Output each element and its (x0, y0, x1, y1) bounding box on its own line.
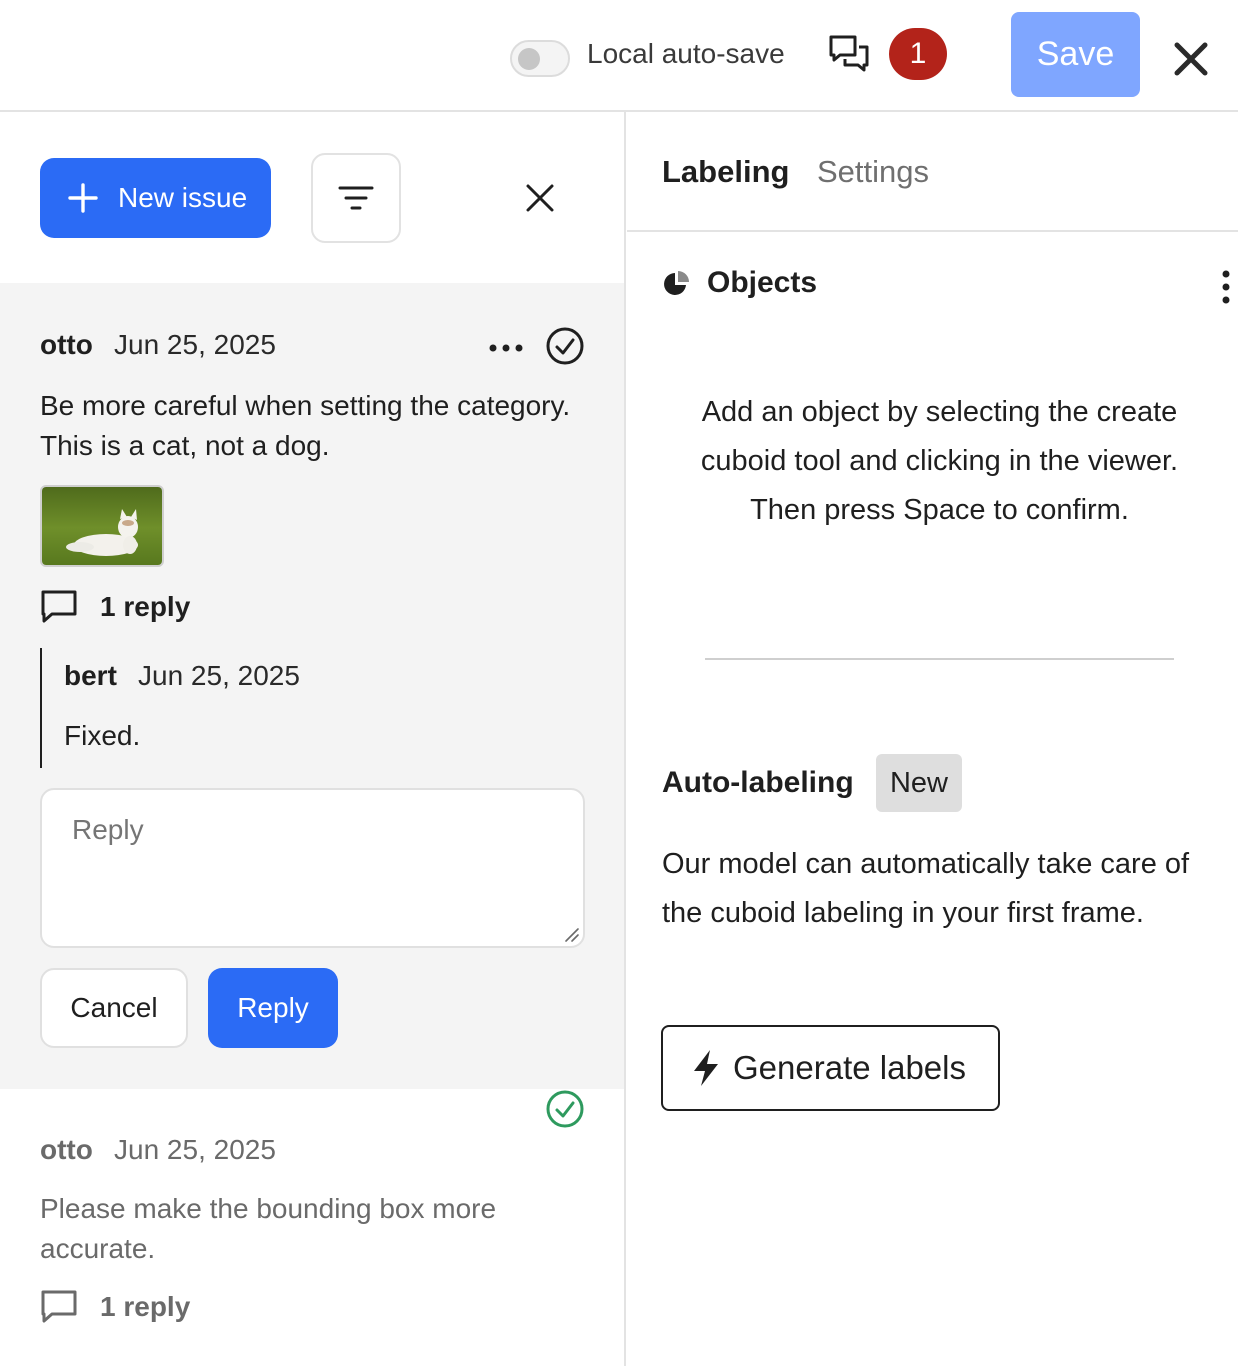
plus-icon (68, 183, 98, 213)
reply-thread: bert Jun 25, 2025 Fixed. (40, 648, 580, 768)
auto-labeling-title: Auto-labeling (662, 766, 854, 799)
issue-author: otto (40, 329, 93, 360)
issue-card-resolved[interactable]: otto Jun 25, 2025 Please make the boundi… (0, 1089, 624, 1366)
cat-photo-thumbnail[interactable] (40, 485, 164, 567)
tab-settings[interactable]: Settings (817, 154, 929, 190)
pie-chart-icon (664, 271, 689, 295)
reply-count[interactable]: 1 reply (40, 1289, 190, 1325)
new-badge: New (876, 754, 962, 812)
close-icon[interactable] (1170, 38, 1212, 80)
issue-date: Jun 25, 2025 (114, 329, 276, 360)
issue-card-active[interactable]: otto Jun 25, 2025 Be more careful when s… (0, 283, 624, 1089)
labeling-panel: Labeling Settings Objects Add an object … (627, 112, 1238, 1366)
close-panel-icon[interactable] (524, 182, 556, 214)
more-options-icon[interactable] (488, 341, 524, 355)
generate-labels-label: Generate labels (733, 1049, 966, 1086)
resolved-check-icon[interactable] (545, 1089, 585, 1129)
issue-author: otto (40, 1134, 93, 1165)
issue-text: Please make the bounding box more accura… (40, 1193, 497, 1264)
filter-button[interactable] (311, 153, 401, 243)
save-button[interactable]: Save (1011, 12, 1140, 97)
reply-date: Jun 25, 2025 (138, 660, 300, 691)
reply-count-label: 1 reply (100, 591, 191, 622)
new-issue-label: New issue (118, 182, 248, 213)
cat-image (42, 487, 162, 565)
auto-labeling-description: Our model can automatically take care of… (662, 848, 1190, 929)
tab-labeling[interactable]: Labeling (662, 154, 789, 190)
divider (705, 658, 1174, 660)
autosave-label: Local auto-save (587, 38, 785, 69)
comment-icon (41, 590, 77, 623)
reply-button[interactable]: Reply (208, 968, 338, 1048)
lightning-bolt-icon (694, 1050, 718, 1086)
issue-date: Jun 25, 2025 (114, 1134, 276, 1165)
reply-textarea[interactable] (40, 788, 585, 948)
issue-count-badge: 1 (889, 28, 947, 80)
more-vertical-icon[interactable] (1221, 270, 1231, 304)
reply-text: Fixed. (64, 720, 141, 751)
resize-handle-icon[interactable] (564, 927, 580, 943)
panel-tabs: Labeling Settings (627, 112, 1238, 232)
new-issue-button[interactable]: New issue (40, 158, 271, 238)
reply-count[interactable]: 1 reply (40, 589, 190, 625)
toggle-knob (518, 48, 540, 70)
generate-labels-button[interactable]: Generate labels (661, 1025, 1000, 1111)
comment-icon (41, 1290, 77, 1323)
objects-empty-message: Add an object by selecting the create cu… (700, 396, 1179, 526)
issue-text: Be more careful when setting the categor… (40, 390, 571, 461)
filter-icon (338, 186, 374, 210)
reply-count-label: 1 reply (100, 1291, 191, 1322)
issues-panel: New issue otto Jun 25, 2025 Be more care… (0, 112, 626, 1366)
top-bar: Local auto-save 1 Save (0, 0, 1238, 112)
issues-icon[interactable] (828, 34, 870, 74)
reply-author: bert (64, 660, 117, 691)
cancel-button[interactable]: Cancel (40, 968, 188, 1048)
objects-title: Objects (707, 266, 818, 299)
autosave-toggle[interactable] (510, 40, 570, 77)
resolve-check-icon[interactable] (545, 326, 585, 366)
